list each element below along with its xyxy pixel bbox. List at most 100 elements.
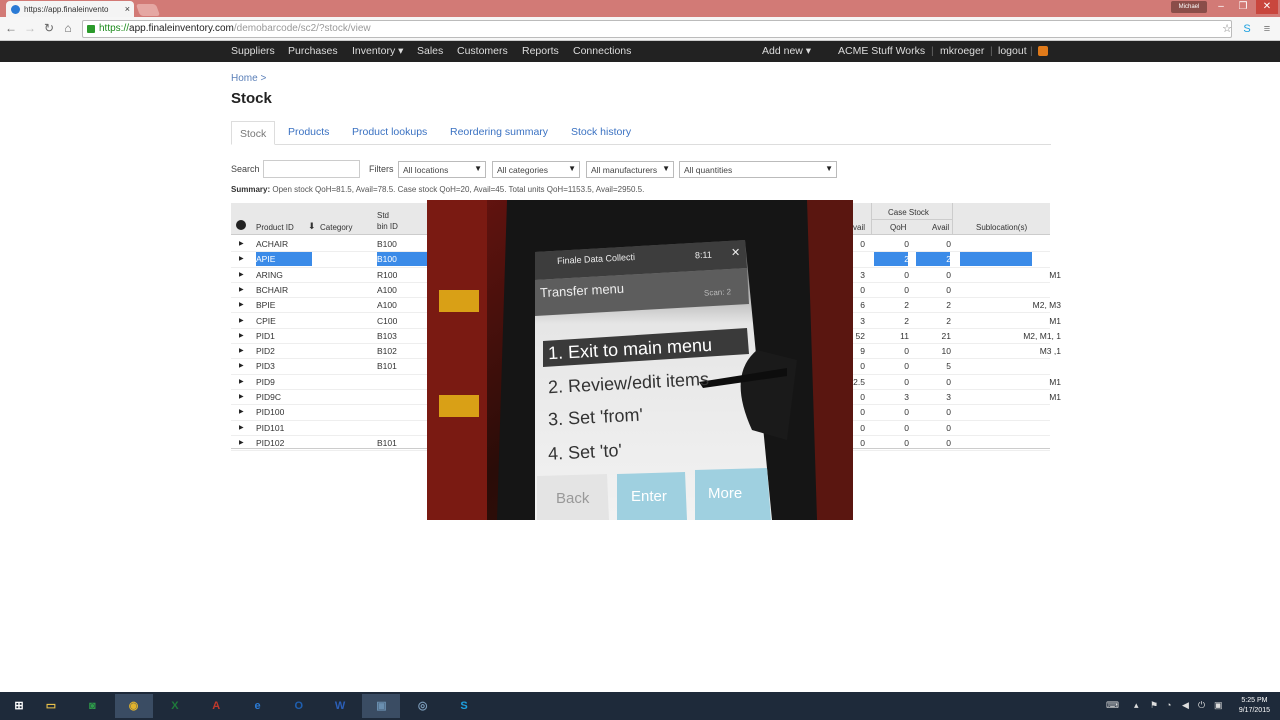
expand-row-icon[interactable]: ▶ [239, 393, 244, 400]
caret-down-icon: ▼ [474, 164, 482, 173]
expand-row-icon[interactable]: ▶ [239, 408, 244, 415]
excel-icon[interactable]: X [156, 694, 194, 718]
keyboard-icon[interactable]: ⌨ [1106, 700, 1119, 711]
filter-categories[interactable]: All categories ▼ [492, 161, 580, 178]
expand-row-icon[interactable]: ▶ [239, 332, 244, 339]
browser-tab[interactable]: https://app.finaleinvento × [6, 1, 134, 17]
sync-icon[interactable] [1038, 46, 1048, 56]
tray-expand-icon[interactable]: ▴ [1134, 700, 1139, 711]
star-icon[interactable]: ☆ [1220, 22, 1234, 36]
device-close-icon[interactable]: ✕ [731, 246, 740, 259]
tab-products[interactable]: Products [288, 126, 329, 138]
nav-add-new[interactable]: Add new ▾ [762, 45, 811, 57]
expand-row-icon[interactable]: ▶ [239, 301, 244, 308]
maximize-icon[interactable]: ❐ [1232, 0, 1254, 14]
cell-product-id: PID3 [256, 361, 275, 372]
tab-product-lookups[interactable]: Product lookups [352, 126, 427, 138]
network-icon[interactable]: ◔ [1166, 700, 1171, 710]
device-enter-button[interactable]: Enter [631, 488, 667, 505]
photos-icon[interactable]: ▣ [362, 694, 401, 718]
word-icon[interactable]: W [321, 694, 359, 718]
expand-row-icon[interactable]: ▶ [239, 362, 244, 369]
nav-customers[interactable]: Customers [457, 45, 508, 57]
taskbar: ⊞ ▭ ◙ ◉ X Ae O W ▣ ◎ S ⌨ ▴ ⚑ ◔ ◀ ⏻ ▣ 5:25 PM 9/17/… [0, 692, 1280, 720]
breadcrumb[interactable]: Home > [231, 73, 266, 84]
power-icon[interactable]: ⏻ [1198, 700, 1205, 711]
expand-row-icon[interactable]: ▶ [239, 255, 244, 262]
app-icon[interactable]: ◎ [404, 694, 442, 718]
nav-suppliers[interactable]: Suppliers [231, 45, 275, 57]
volume-icon[interactable]: ◀ [1182, 700, 1189, 711]
expand-row-icon[interactable]: ▶ [239, 271, 244, 278]
nav-username[interactable]: mkroeger [940, 45, 984, 57]
window-close-icon[interactable]: ✕ [1256, 0, 1278, 14]
search-input[interactable] [263, 160, 360, 178]
filter-locations[interactable]: All locations ▼ [398, 161, 486, 178]
taskbar-clock[interactable]: 5:25 PM 9/17/2015 [1239, 696, 1270, 716]
col-case-qoh[interactable]: QoH [890, 223, 906, 232]
device-more-button[interactable]: More [708, 485, 742, 502]
nav-company[interactable]: ACME Stuff Works [838, 45, 925, 57]
tab-reordering-summary[interactable]: Reordering summary [450, 126, 548, 138]
col-case-avail[interactable]: Avail [932, 223, 949, 232]
cell-product-id: PID100 [256, 407, 285, 418]
store-icon[interactable]: ◙ [73, 694, 111, 718]
expand-row-icon[interactable]: ▶ [239, 378, 244, 385]
address-toolbar: ← → ↻ ⌂ https://app.finaleinventory.com/… [0, 17, 1280, 41]
new-tab-button[interactable] [135, 4, 161, 16]
minimize-icon[interactable]: – [1210, 0, 1232, 14]
expand-row-icon[interactable]: ▶ [239, 424, 244, 431]
outlook-icon[interactable]: O [280, 694, 318, 718]
device-menu-item-4[interactable]: 4. Set 'to' [548, 440, 623, 465]
col-category[interactable]: Category [320, 223, 352, 232]
sort-down-icon[interactable]: ⬇ [308, 221, 316, 232]
ime-icon[interactable]: ▣ [1214, 700, 1223, 711]
filter-quantities[interactable]: All quantities ▼ [679, 161, 837, 178]
file-explorer-icon[interactable]: ▭ [32, 694, 70, 718]
skype-extension-icon[interactable]: S [1240, 22, 1254, 36]
col-sublocations[interactable]: Sublocation(s) [976, 223, 1027, 232]
expand-row-icon[interactable]: ▶ [239, 439, 244, 446]
skype-icon[interactable]: S [445, 694, 483, 718]
chrome-icon[interactable]: ◉ [114, 694, 153, 718]
col-std-bin-line1: Std [377, 211, 390, 220]
expand-row-icon[interactable]: ▶ [239, 286, 244, 293]
cell-sublocations: M1 [1049, 392, 1061, 402]
device-back-button[interactable]: Back [556, 490, 589, 507]
cell-open-avail: 3 [860, 254, 865, 265]
filter-locations-value: All locations [403, 165, 449, 175]
col-std-bin-line2[interactable]: bin ID [377, 222, 398, 231]
reload-icon[interactable]: ↻ [42, 21, 56, 35]
tab-stock-history[interactable]: Stock history [571, 126, 631, 138]
tab-close-icon[interactable]: × [125, 4, 130, 14]
cell-open-avail: 0 [860, 239, 865, 249]
nav-logout[interactable]: logout [998, 45, 1027, 57]
nav-purchases[interactable]: Purchases [288, 45, 338, 57]
cell-open-avail: 9 [860, 346, 865, 357]
nav-inventory[interactable]: Inventory ▾ [352, 45, 403, 57]
expand-all-icon[interactable] [236, 220, 246, 230]
back-icon[interactable]: ← [4, 21, 18, 35]
cell-open-avail: 0 [860, 392, 865, 402]
tab-stock[interactable]: Stock [231, 121, 276, 145]
flag-icon[interactable]: ⚑ [1150, 700, 1158, 711]
expand-row-icon[interactable]: ▶ [239, 347, 244, 354]
col-avail-open[interactable]: vail [853, 223, 865, 232]
menu-icon[interactable]: ≡ [1260, 22, 1274, 36]
expand-row-icon[interactable]: ▶ [239, 317, 244, 324]
home-icon[interactable]: ⌂ [61, 21, 75, 35]
forward-icon[interactable]: → [23, 21, 37, 35]
expand-row-icon[interactable]: ▶ [239, 240, 244, 247]
filter-manufacturers[interactable]: All manufacturers ▼ [586, 161, 674, 178]
profile-button[interactable]: Michael [1171, 1, 1207, 13]
col-product-id[interactable]: Product ID [256, 223, 294, 232]
nav-reports[interactable]: Reports [522, 45, 559, 57]
cell-std-bin: B100 [377, 252, 427, 267]
caret-down-icon: ▼ [662, 164, 670, 173]
nav-connections[interactable]: Connections [573, 45, 631, 57]
cell-sublocations: M1 [1049, 315, 1061, 326]
acrobat-icon[interactable]: A [197, 694, 235, 718]
nav-sales[interactable]: Sales [417, 45, 443, 57]
url-bar[interactable]: https://app.finaleinventory.com/demobarc… [82, 20, 1232, 38]
ie-icon[interactable]: e [239, 694, 277, 718]
